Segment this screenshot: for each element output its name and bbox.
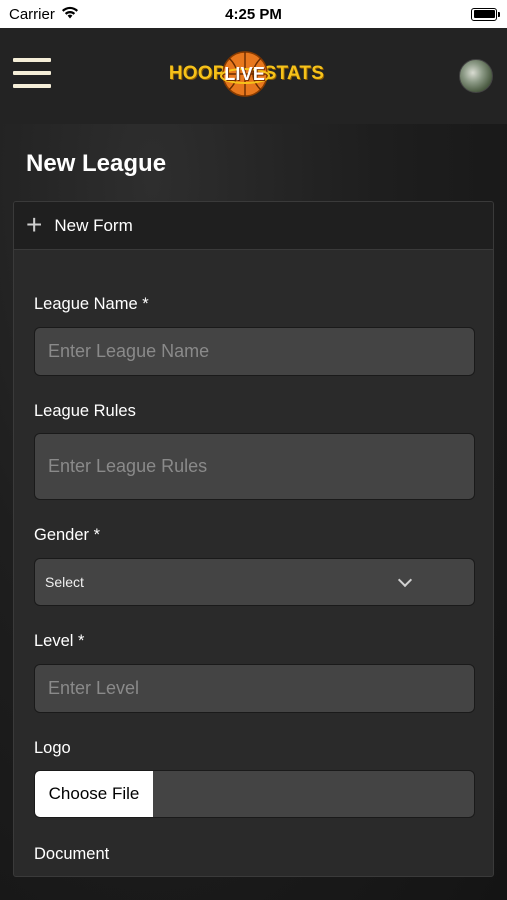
logo-file-input[interactable]: Choose File — [34, 770, 475, 818]
app-header: HOOP LIVE STATS — [0, 28, 507, 124]
level-placeholder: Enter Level — [48, 678, 140, 698]
gender-select[interactable]: Select — [34, 558, 475, 606]
chevron-down-icon — [397, 572, 413, 587]
logo-text-hoop: HOOP — [168, 63, 226, 84]
basketball-icon: LIVE — [219, 49, 270, 99]
carrier-label: Carrier — [9, 5, 55, 23]
battery-icon — [471, 7, 500, 21]
new-league-form-card: + New Form League Name * Enter League Na… — [13, 201, 494, 877]
menu-bar-icon — [13, 84, 51, 88]
hooplivestats-logo[interactable]: HOOP LIVE STATS — [169, 49, 324, 99]
league-rules-label: League Rules — [34, 402, 136, 420]
wifi-icon — [61, 6, 79, 23]
league-name-input[interactable]: Enter League Name — [34, 327, 475, 376]
choose-file-button[interactable]: Choose File — [35, 771, 153, 817]
app-screen: Carrier 4:25 PM HOOP LIVE STATS New Leag… — [0, 0, 507, 900]
user-avatar[interactable] — [459, 59, 493, 93]
league-rules-textarea[interactable]: Enter League Rules — [34, 433, 475, 500]
level-input[interactable]: Enter Level — [34, 664, 475, 713]
league-name-label: League Name * — [34, 295, 149, 313]
menu-bar-icon — [13, 58, 51, 62]
menu-bar-icon — [13, 71, 51, 75]
gender-selected-value: Select — [45, 574, 84, 590]
document-label: Document — [34, 845, 110, 863]
logo-text-stats: STATS — [263, 63, 325, 84]
logo-label: Logo — [34, 739, 71, 757]
plus-icon: + — [26, 208, 43, 240]
status-bar: Carrier 4:25 PM — [0, 0, 507, 28]
gender-label: Gender * — [34, 526, 101, 544]
level-label: Level * — [34, 632, 85, 650]
league-rules-placeholder: Enter League Rules — [48, 456, 208, 476]
league-name-placeholder: Enter League Name — [48, 341, 210, 361]
new-form-header[interactable]: + New Form — [14, 202, 493, 250]
logo-text-live: LIVE — [224, 63, 266, 84]
hamburger-menu-button[interactable] — [13, 58, 51, 88]
new-form-label: New Form — [54, 215, 133, 235]
status-time: 4:25 PM — [225, 5, 282, 23]
status-left: Carrier — [9, 6, 79, 23]
page-title: New League — [26, 150, 167, 177]
